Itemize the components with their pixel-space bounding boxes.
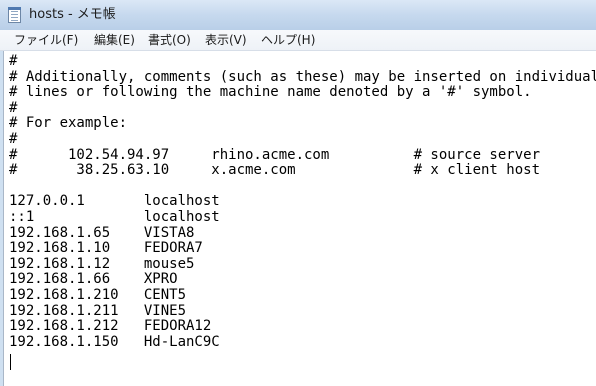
- menu-help[interactable]: ヘルプ(H): [261, 32, 315, 48]
- menu-bar: ファイル(F) 編集(E) 書式(O) 表示(V) ヘルプ(H): [0, 30, 596, 51]
- menu-file[interactable]: ファイル(F): [14, 32, 78, 48]
- menu-edit[interactable]: 編集(E): [94, 32, 135, 48]
- window-title: hosts - メモ帳: [29, 7, 116, 22]
- title-bar[interactable]: hosts - メモ帳: [0, 0, 596, 31]
- text-caret: [10, 354, 11, 370]
- notepad-icon[interactable]: [8, 7, 21, 23]
- notepad-window: hosts - メモ帳 ファイル(F) 編集(E) 書式(O) 表示(V) ヘル…: [0, 0, 596, 386]
- text-editor-area[interactable]: # # Additionally, comments (such as thes…: [3, 51, 596, 386]
- menu-format[interactable]: 書式(O): [148, 32, 191, 48]
- editor-content[interactable]: # # Additionally, comments (such as thes…: [9, 53, 596, 350]
- menu-view[interactable]: 表示(V): [205, 32, 247, 48]
